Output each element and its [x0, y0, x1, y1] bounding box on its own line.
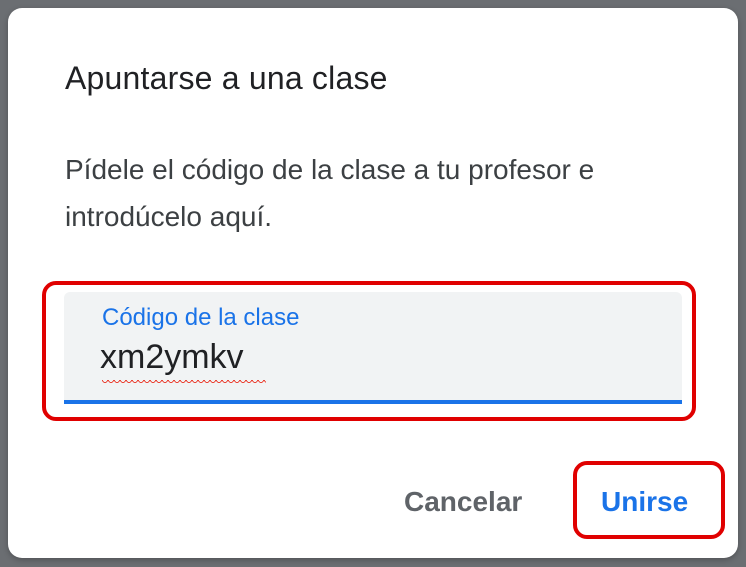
- class-code-label: Código de la clase: [102, 304, 300, 331]
- cancel-button[interactable]: Cancelar: [404, 486, 522, 518]
- class-code-input[interactable]: [100, 338, 660, 377]
- dialog-description: Pídele el código de la clase a tu profes…: [65, 154, 595, 232]
- dialog-title: Apuntarse a una clase: [65, 60, 388, 96]
- join-button[interactable]: Unirse: [601, 486, 688, 518]
- spellcheck-underline: [102, 380, 266, 386]
- join-class-dialog: Apuntarse a una clase Pídele el código d…: [8, 8, 738, 558]
- field-focus-underline: [64, 400, 682, 404]
- class-code-field[interactable]: Código de la clase: [64, 292, 682, 404]
